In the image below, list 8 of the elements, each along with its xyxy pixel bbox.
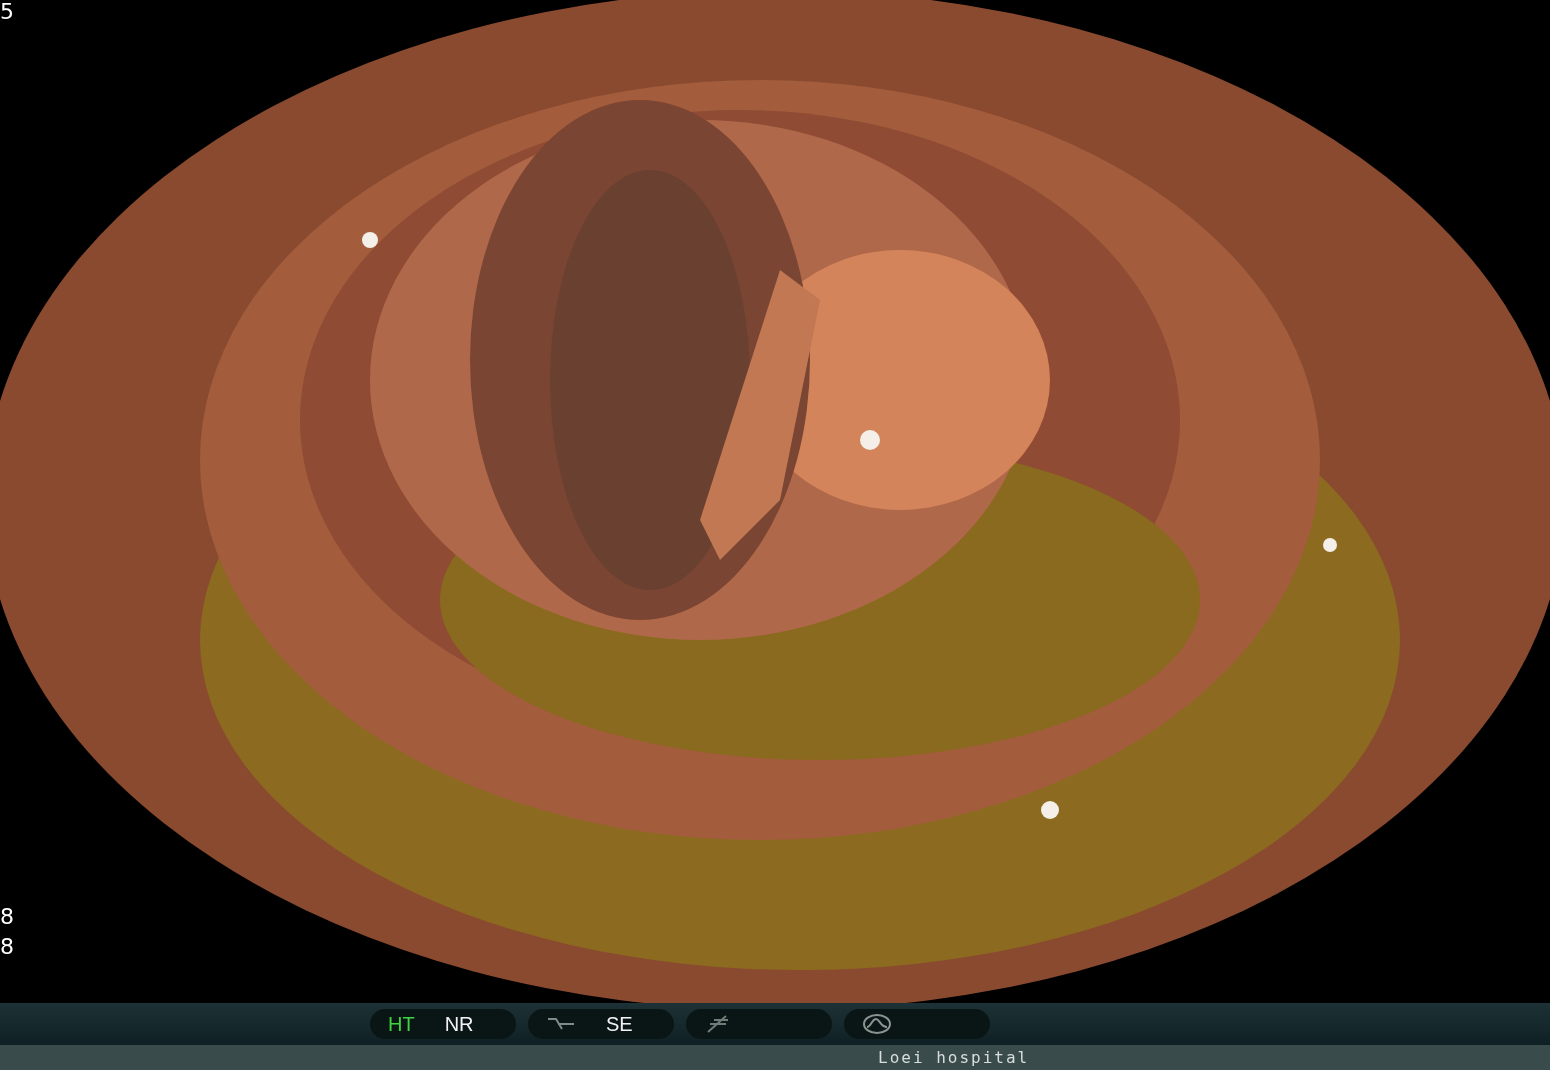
screen-number: 8: [0, 935, 14, 959]
wave-circle-icon: [862, 1013, 892, 1035]
mode-label: NR: [444, 1012, 474, 1036]
hospital-name: Loei hospital: [878, 1048, 1030, 1067]
screen-number: 8: [0, 905, 14, 929]
screen-number: 5: [0, 0, 14, 24]
mode-label: SE: [606, 1012, 633, 1036]
mode-label: HT: [388, 1012, 415, 1036]
